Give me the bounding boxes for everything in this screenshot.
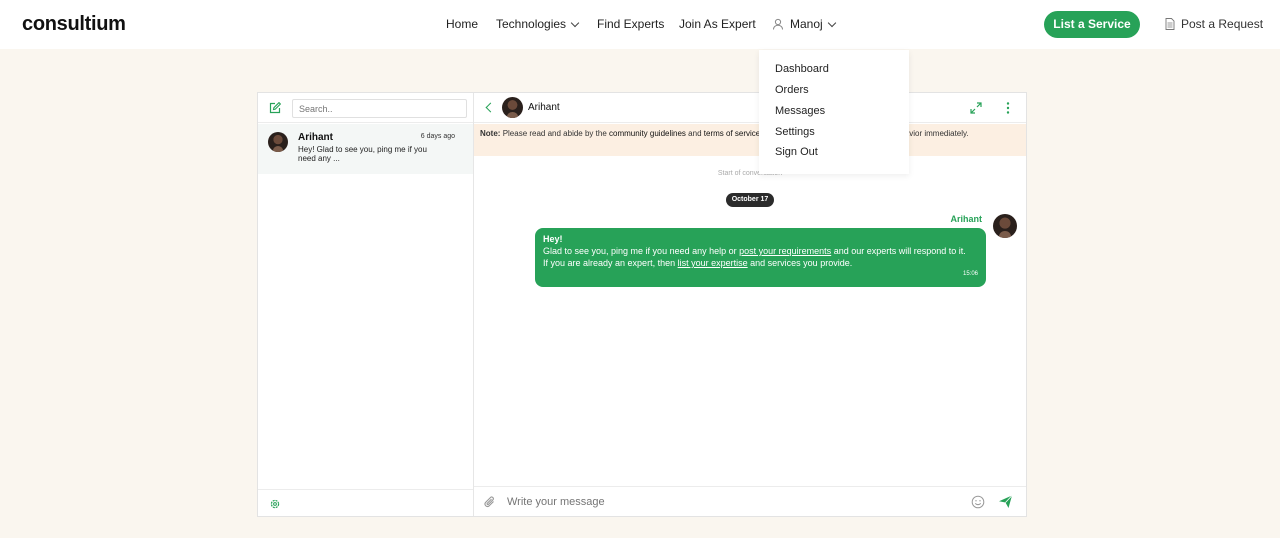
- conversation-time: 6 days ago: [420, 133, 455, 140]
- note-label: Note:: [480, 129, 501, 138]
- list-expertise-link[interactable]: list your expertise: [678, 258, 748, 268]
- conversation-start-label: Start of conversation: [717, 170, 783, 177]
- note-text: Please read and abide by the: [502, 129, 607, 138]
- conversation-item[interactable]: Arihant 6 days ago Hey! Glad to see you,…: [258, 124, 473, 174]
- dropdown-item-messages[interactable]: Messages: [775, 105, 825, 117]
- top-header: consultium Home Technologies Find Expert…: [0, 0, 1280, 49]
- dropdown-item-dashboard[interactable]: Dashboard: [775, 63, 829, 75]
- community-guidelines-link[interactable]: community guidelines: [609, 129, 686, 138]
- conversation-sidebar: Arihant 6 days ago Hey! Glad to see you,…: [258, 93, 474, 516]
- avatar: [993, 214, 1017, 238]
- dropdown-item-orders[interactable]: Orders: [775, 84, 809, 96]
- conversation-name: Arihant: [298, 132, 333, 143]
- nav-find-experts[interactable]: Find Experts: [597, 17, 664, 31]
- nav-join-expert[interactable]: Join As Expert: [679, 17, 756, 31]
- emoji-icon[interactable]: [971, 495, 985, 509]
- nav-user-label: Manoj: [790, 17, 823, 31]
- paperclip-icon[interactable]: [484, 495, 497, 509]
- logo[interactable]: consultium: [22, 13, 126, 36]
- document-icon: [1165, 18, 1175, 30]
- nav-home[interactable]: Home: [446, 17, 478, 31]
- expand-icon[interactable]: [970, 102, 982, 114]
- gear-icon[interactable]: [269, 498, 281, 510]
- avatar: [502, 97, 523, 118]
- send-icon[interactable]: [998, 494, 1013, 509]
- user-icon: [773, 18, 783, 30]
- post-request-label: Post a Request: [1181, 17, 1264, 31]
- conversation-header: Arihant: [474, 93, 1026, 123]
- date-badge: October 17: [726, 193, 774, 207]
- avatar: [268, 132, 288, 152]
- chat-window: Arihant 6 days ago Hey! Glad to see you,…: [257, 92, 1027, 517]
- search-input[interactable]: [292, 99, 467, 118]
- guidelines-note: Note: Please read and abide by the commu…: [474, 124, 1026, 156]
- message-composer: [474, 486, 1026, 516]
- message-text: and services you provide.: [750, 258, 853, 268]
- chevron-down-icon: [827, 18, 836, 28]
- note-text: and: [688, 129, 702, 138]
- nav-user-menu[interactable]: Manoj: [772, 17, 836, 31]
- more-vertical-icon[interactable]: [1006, 101, 1010, 115]
- message-bubble: Hey! Glad to see you, ping me if you nee…: [535, 228, 986, 287]
- message-text: If you are already an expert, then: [543, 258, 676, 268]
- user-dropdown-menu: Dashboard Orders Messages Settings Sign …: [759, 50, 909, 174]
- message-text: and our experts will respond to it.: [833, 246, 966, 256]
- back-chevron-icon[interactable]: [485, 102, 496, 113]
- message-sender: Arihant: [950, 214, 983, 224]
- list-service-button[interactable]: List a Service: [1044, 11, 1140, 38]
- terms-of-service-link[interactable]: terms of service: [704, 129, 760, 138]
- compose-icon[interactable]: [269, 102, 281, 114]
- message-greeting: Hey!: [543, 234, 563, 244]
- dropdown-item-sign-out[interactable]: Sign Out: [775, 146, 818, 158]
- dropdown-item-settings[interactable]: Settings: [775, 126, 815, 138]
- post-request-link[interactable]: Post a Request: [1165, 17, 1263, 31]
- conversation-preview: Hey! Glad to see you, ping me if you nee…: [298, 145, 427, 163]
- sidebar-footer: [258, 489, 473, 516]
- nav-technologies-label: Technologies: [496, 17, 567, 31]
- nav-technologies[interactable]: Technologies: [496, 17, 580, 31]
- sidebar-toolbar: [258, 93, 473, 123]
- chevron-down-icon: [570, 18, 580, 28]
- chat-contact-name: Arihant: [528, 102, 560, 113]
- message-text: Glad to see you, ping me if you need any…: [543, 246, 737, 256]
- conversation-pane: Arihant Note: Please read and abide by t…: [474, 93, 1026, 516]
- post-requirements-link[interactable]: post your requirements: [739, 246, 831, 256]
- message-input[interactable]: [507, 495, 947, 509]
- message-time: 15:06: [962, 271, 978, 277]
